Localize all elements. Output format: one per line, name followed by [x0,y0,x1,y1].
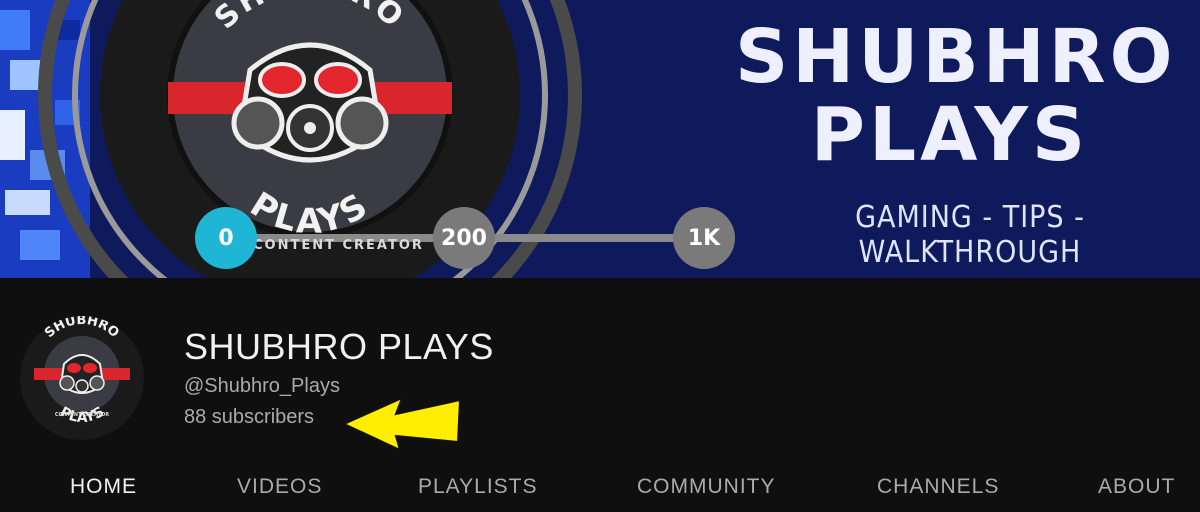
svg-text:SHUBHRO: SHUBHRO [208,0,412,36]
tab-videos[interactable]: VIDEOS [237,475,322,499]
channel-handle: @Shubhro_Plays [184,375,340,397]
gas-mask-icon [59,354,105,394]
subscriber-count: 88 subscribers [184,406,315,428]
tab-home[interactable]: HOME [70,475,137,499]
logo-top-text: SHUBHRO [208,0,409,36]
avatar-logo: SHUBHRO PLAYS CONTENT CREATOR [20,316,144,440]
tab-about[interactable]: ABOUT [1098,475,1175,499]
banner-title-line1: SHUBHRO [735,14,1177,100]
avatar-caption: CONTENT CREATOR [55,412,109,418]
channel-banner: SHUBHRO PLAYS CONTENT CREATOR 0 200 1K S… [0,0,1200,278]
milestone-0: 0 [195,207,257,269]
channel-avatar[interactable]: SHUBHRO PLAYS CONTENT CREATOR [20,316,144,440]
arrow-left-icon [341,396,462,452]
channel-tabs: HOME VIDEOS PLAYLISTS COMMUNITY CHANNELS… [0,462,1200,512]
tab-community[interactable]: COMMUNITY [637,475,776,499]
tab-playlists[interactable]: PLAYLISTS [418,475,538,499]
banner-title-line2: PLAYS [810,92,1090,178]
tab-channels[interactable]: CHANNELS [877,475,999,499]
banner-tagline: GAMING - TIPS - WALKTHROUGH [855,200,1085,270]
creator-caption: CONTENT CREATOR [253,238,424,253]
milestone-200: 200 [433,207,495,269]
channel-name: SHUBHRO PLAYS [184,326,494,367]
milestone-1k: 1K [673,207,735,269]
